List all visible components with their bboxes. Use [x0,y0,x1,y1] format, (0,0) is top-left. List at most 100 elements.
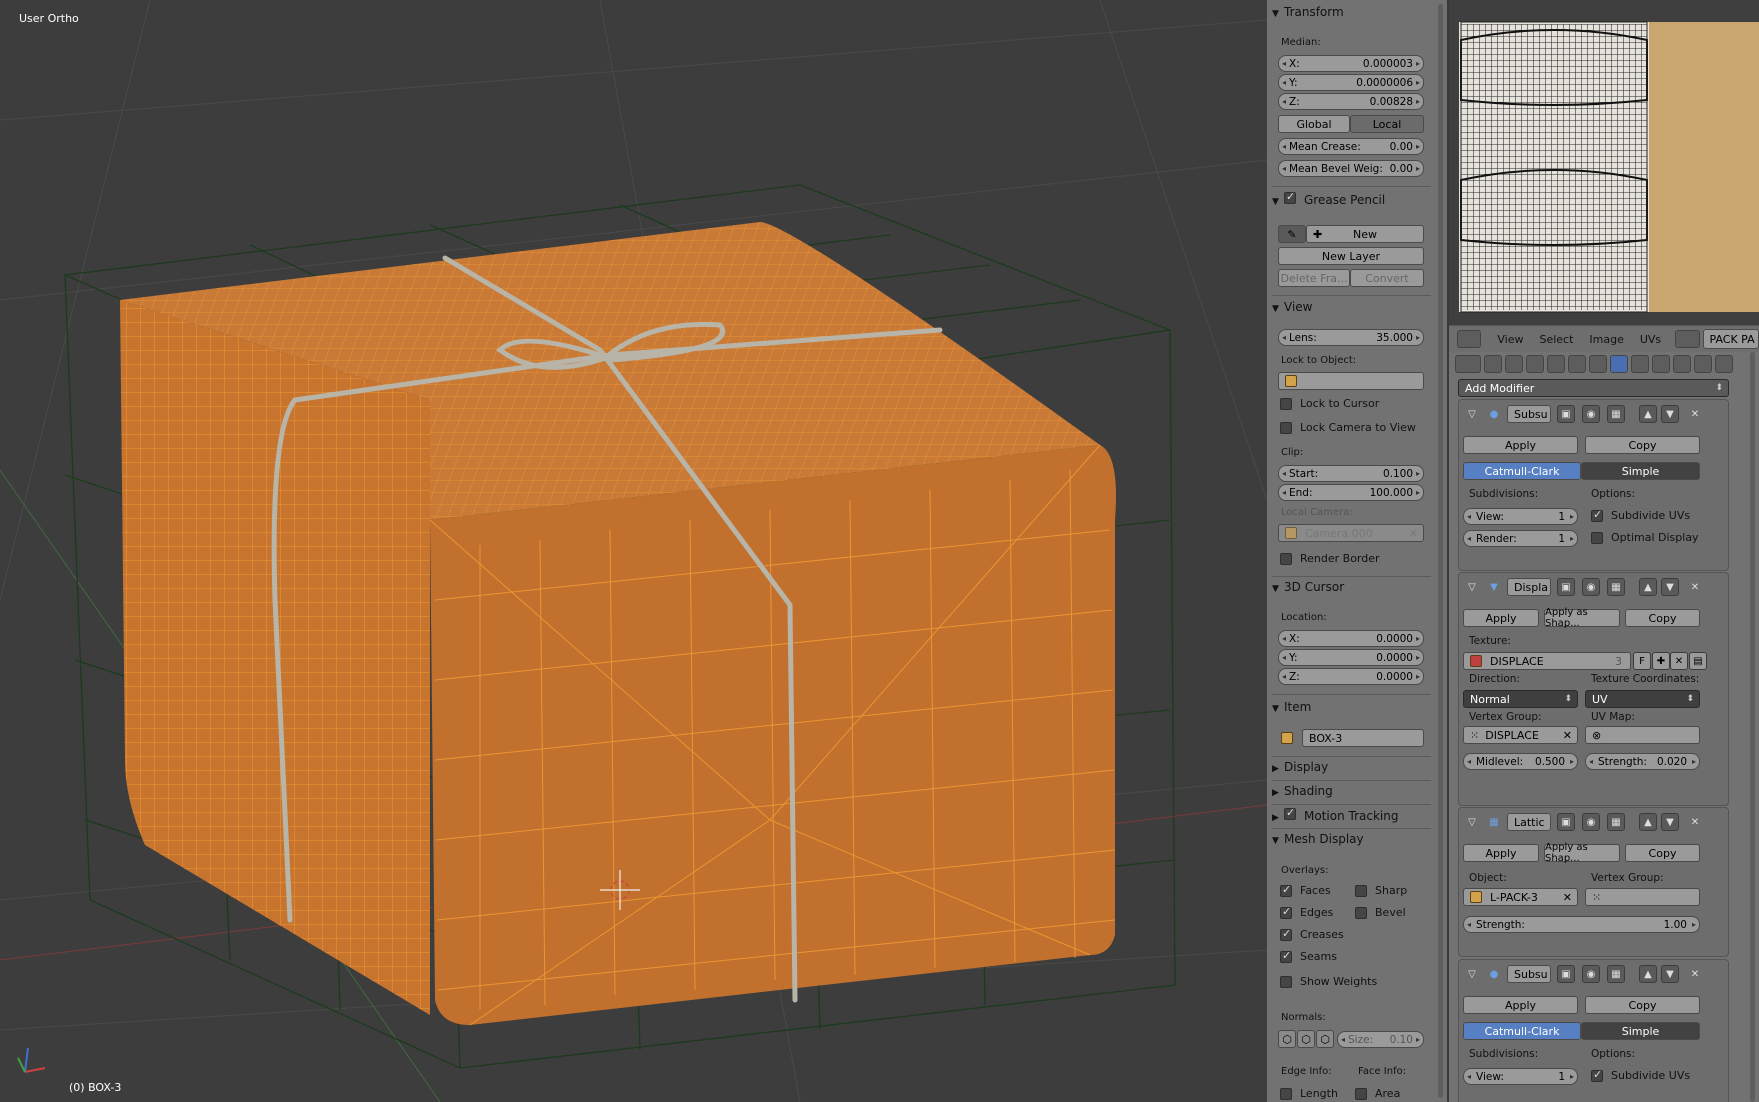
cursor-x-field[interactable]: X: 0.0000 [1278,630,1424,647]
clear-x-icon[interactable]: ✕ [1409,527,1418,540]
display-header[interactable]: ▶ Display [1272,760,1431,780]
particles-tab-icon[interactable] [1694,355,1712,373]
checkbox-box[interactable] [1280,421,1292,434]
lens-field[interactable]: Lens: 35.000 [1278,329,1424,346]
render-layers-tab-icon[interactable] [1505,355,1523,373]
catmull-clark-button[interactable]: Catmull-Clark [1463,1022,1581,1040]
add-texture-icon[interactable]: ✚ [1652,652,1670,670]
checkbox-box[interactable] [1591,1068,1603,1082]
texture-tab-icon[interactable] [1673,355,1691,373]
modifier-name-field[interactable]: Subsu [1507,405,1551,423]
checkbox-box[interactable] [1355,884,1367,897]
local-camera-field[interactable]: Camera.000 ✕ [1278,524,1424,542]
face-normals-icon[interactable]: ⬡ [1316,1030,1334,1048]
editor-type-icon[interactable] [1457,330,1482,348]
data-tab-icon[interactable] [1631,355,1649,373]
uv-editor-header[interactable]: View Select Image UVs PACK PA [1449,325,1759,352]
render-levels-field[interactable]: Render: 1 [1463,530,1578,547]
lock-object-field[interactable] [1278,372,1424,390]
shelf-scrollbar[interactable] [1438,4,1443,1098]
copy-button[interactable]: Copy [1585,436,1700,454]
close-icon[interactable]: ✕ [1686,813,1704,831]
image-menu[interactable]: Image [1589,333,1623,346]
editor-type-icon[interactable] [1455,355,1481,373]
render-toggle-icon[interactable]: ▣ [1557,405,1575,423]
apply-button[interactable]: Apply [1463,609,1539,627]
checkbox-box[interactable] [1280,883,1292,897]
clear-x-icon[interactable]: ✕ [1563,729,1572,742]
checkbox-box[interactable] [1355,1087,1367,1100]
editmode-toggle-icon[interactable]: ▦ [1607,965,1625,983]
bevel-checkbox[interactable]: Bevel [1355,906,1406,919]
editmode-toggle-icon[interactable]: ▦ [1607,813,1625,831]
checkbox-box[interactable] [1280,397,1292,410]
move-up-icon[interactable]: ▲ [1639,578,1657,596]
viewport-toggle-icon[interactable]: ◉ [1582,813,1600,831]
new-layer-button[interactable]: New Layer [1278,247,1424,265]
apply-as-shape-button[interactable]: Apply as Shap... [1544,842,1620,864]
collapse-triangle-icon[interactable]: ▽ [1463,578,1481,596]
viewport-toggle-icon[interactable]: ◉ [1582,405,1600,423]
modifier-name-field[interactable]: Lattic [1507,813,1551,831]
global-button[interactable]: Global [1278,115,1350,133]
cursor-y-field[interactable]: Y: 0.0000 [1278,649,1424,666]
3d-viewport[interactable]: User Ortho (0) BOX-3 [0,0,1267,1102]
lock-to-cursor-checkbox[interactable]: Lock to Cursor [1280,397,1379,410]
move-up-icon[interactable]: ▲ [1639,405,1657,423]
catmull-clark-button[interactable]: Catmull-Clark [1463,462,1581,480]
move-down-icon[interactable]: ▼ [1661,965,1679,983]
local-button[interactable]: Local [1350,115,1424,133]
grease-new-button[interactable]: ✚ New [1306,225,1424,243]
world-tab-icon[interactable] [1547,355,1565,373]
checkbox-box[interactable] [1280,905,1292,919]
checkbox-box[interactable] [1591,508,1603,522]
move-down-icon[interactable]: ▼ [1661,578,1679,596]
checkbox-box[interactable] [1280,927,1292,941]
image-browse-icon[interactable] [1675,330,1700,348]
faces-checkbox[interactable]: Faces [1280,883,1331,897]
viewport-toggle-icon[interactable]: ◉ [1582,578,1600,596]
image-name-field[interactable]: PACK PA [1702,329,1759,349]
constraints-tab-icon[interactable] [1589,355,1607,373]
material-tab-icon[interactable] [1652,355,1670,373]
mean-crease-field[interactable]: Mean Crease: 0.00 [1278,138,1424,155]
copy-button[interactable]: Copy [1625,609,1700,627]
edges-checkbox[interactable]: Edges [1280,905,1333,919]
lattice-object-field[interactable]: L-PACK-3 ✕ [1463,888,1578,906]
checkbox-box[interactable] [1591,531,1603,544]
lattice-strength-field[interactable]: Strength: 1.00 [1463,916,1700,933]
view-levels-field[interactable]: View: 1 [1463,1068,1578,1085]
collapse-triangle-icon[interactable]: ▽ [1463,813,1481,831]
simple-button[interactable]: Simple [1581,462,1700,480]
cursor-z-field[interactable]: Z: 0.0000 [1278,668,1424,685]
physics-tab-icon[interactable] [1715,355,1733,373]
lock-camera-checkbox[interactable]: Lock Camera to View [1280,421,1416,434]
apply-button[interactable]: Apply [1463,844,1539,862]
checkbox-box[interactable] [1280,552,1292,565]
motion-tracking-checkbox[interactable] [1284,806,1296,820]
collapse-triangle-icon[interactable]: ▽ [1463,405,1481,423]
direction-dropdown[interactable]: Normal [1463,690,1578,708]
creases-checkbox[interactable]: Creases [1280,927,1344,941]
viewport-toggle-icon[interactable]: ◉ [1582,965,1600,983]
item-header[interactable]: ▼ Item [1272,700,1431,720]
editmode-toggle-icon[interactable]: ▦ [1607,405,1625,423]
midlevel-field[interactable]: Midlevel: 0.500 [1463,753,1578,770]
modifier-name-field[interactable]: Subsu [1507,965,1551,983]
add-modifier-dropdown[interactable]: Add Modifier [1458,379,1729,397]
delete-frame-button[interactable]: Delete Fra... [1278,269,1350,287]
optimal-display-checkbox[interactable]: Optimal Display [1591,531,1699,544]
normals-size-field[interactable]: Size: 0.10 [1337,1031,1424,1048]
checkbox-box[interactable] [1280,1087,1292,1100]
copy-button[interactable]: Copy [1625,844,1700,862]
pencil-icon[interactable]: ✎ [1278,225,1306,243]
uvs-menu[interactable]: UVs [1640,333,1661,346]
uv-map-field[interactable]: ⊗ [1585,726,1700,744]
texture-coords-dropdown[interactable]: UV [1585,690,1700,708]
3d-cursor-header[interactable]: ▼ 3D Cursor [1272,580,1431,600]
median-x-field[interactable]: X: 0.000003 [1278,55,1424,72]
uv-canvas[interactable] [1449,0,1759,325]
move-up-icon[interactable]: ▲ [1639,813,1657,831]
select-menu[interactable]: Select [1539,333,1573,346]
show-weights-checkbox[interactable]: Show Weights [1280,975,1377,988]
